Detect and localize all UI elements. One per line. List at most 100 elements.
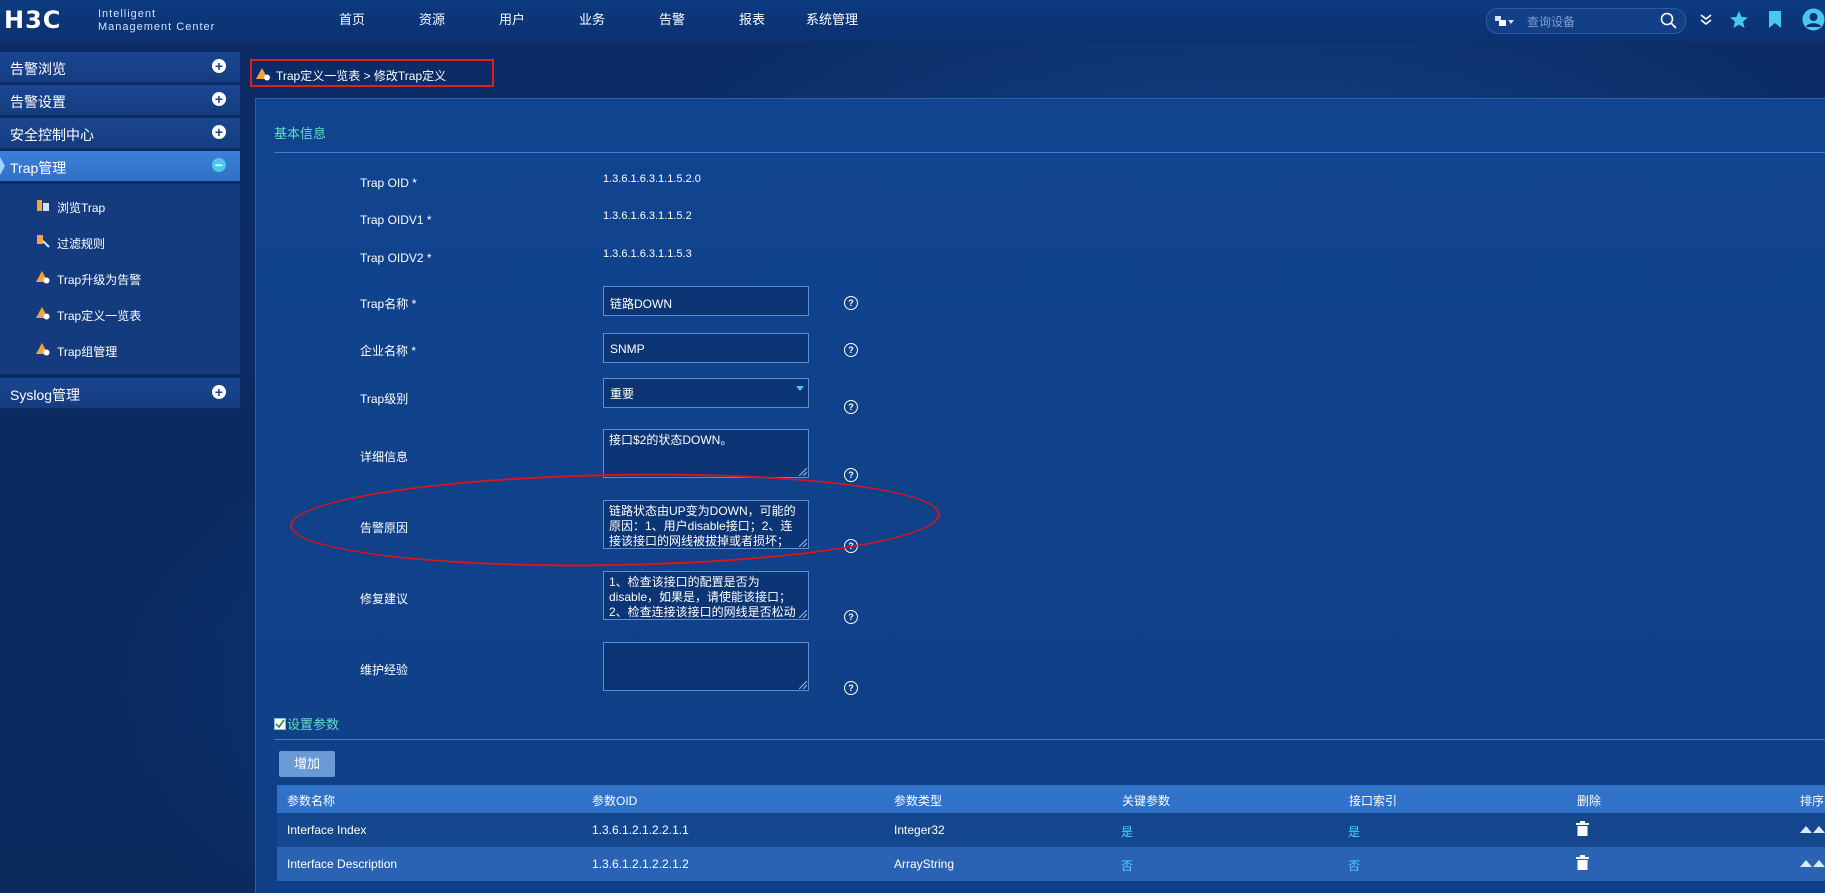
add-param-button[interactable]: 增加 xyxy=(279,751,335,777)
sidebar-section-syslog[interactable]: Syslog管理 + xyxy=(0,378,240,409)
nav-alarm[interactable]: 告警 xyxy=(632,0,712,42)
sidebar-item-browse-trap[interactable]: 浏览Trap xyxy=(0,188,240,224)
main-nav: 首页 资源 用户 业务 告警 报表 系统管理 xyxy=(312,0,872,42)
help-icon[interactable]: ? xyxy=(844,468,858,482)
sidebar: 告警浏览 + 告警设置 + 安全控制中心 + Trap管理 − 浏览Trap 过… xyxy=(0,52,240,411)
trap-oidv2-label: Trap OIDV2 * xyxy=(360,251,432,265)
expand-icon[interactable]: + xyxy=(212,59,226,73)
trap-level-select[interactable]: 重要 xyxy=(603,378,809,408)
resize-handle-icon[interactable] xyxy=(799,681,807,689)
warning-gear-icon xyxy=(256,68,270,81)
breadcrumb-text[interactable]: Trap定义一览表 > 修改Trap定义 xyxy=(276,67,446,84)
resize-handle-icon[interactable] xyxy=(799,610,807,618)
sidebar-item-trap-to-alarm[interactable]: Trap升级为告警 xyxy=(0,260,240,296)
repair-suggestion-label: 修复建议 xyxy=(360,592,409,606)
favorite-star-icon[interactable] xyxy=(1729,10,1749,30)
search-icon[interactable] xyxy=(1660,12,1677,29)
help-icon[interactable]: ? xyxy=(844,539,858,553)
top-bar: H3C Intelligent Management Center 首页 资源 … xyxy=(0,0,1825,42)
alarm-reason-textarea[interactable]: 链路状态由UP变为DOWN，可能的原因：1、用户disable接口；2、连接该接… xyxy=(603,500,809,549)
col-sort: 排序 xyxy=(1800,794,1825,808)
sidebar-section-security-center[interactable]: 安全控制中心 + xyxy=(0,118,240,149)
enterprise-input[interactable]: SNMP xyxy=(603,333,809,363)
trap-name-label: Trap名称 * xyxy=(360,297,417,311)
search-input[interactable] xyxy=(1525,12,1649,32)
col-param-name: 参数名称 xyxy=(287,794,336,808)
repair-suggestion-textarea[interactable]: 1、检查该接口的配置是否为disable，如果是，请使能该接口；2、检查连接该接… xyxy=(603,571,809,620)
trap-submenu: 浏览Trap 过滤规则 Trap升级为告警 Trap定义一览表 Trap组管理 xyxy=(0,184,240,374)
double-chevron-down-icon[interactable] xyxy=(1700,14,1712,26)
trap-oidv2-value: 1.3.6.1.6.3.1.1.5.3 xyxy=(603,248,692,260)
maintenance-experience-textarea[interactable] xyxy=(603,642,809,691)
help-icon[interactable]: ? xyxy=(844,296,858,310)
help-icon[interactable]: ? xyxy=(844,681,858,695)
table-row: Interface Index 1.3.6.1.2.1.2.2.1.1 Inte… xyxy=(277,813,1825,847)
nav-resource[interactable]: 资源 xyxy=(392,0,472,42)
warning-icon xyxy=(36,343,50,356)
sidebar-section-alarm-browse[interactable]: 告警浏览 + xyxy=(0,52,240,83)
sidebar-section-trap-management[interactable]: Trap管理 − xyxy=(0,151,240,182)
trap-oid-value: 1.3.6.1.6.3.1.1.5.2.0 xyxy=(603,173,701,185)
sidebar-item-trap-definitions[interactable]: Trap定义一览表 xyxy=(0,296,240,332)
params-title: 设置参数 xyxy=(287,717,340,732)
col-key-param: 关键参数 xyxy=(1122,794,1171,808)
interface-index-toggle[interactable]: 否 xyxy=(1348,857,1360,874)
key-param-toggle[interactable]: 是 xyxy=(1121,823,1133,840)
help-icon[interactable]: ? xyxy=(844,343,858,357)
trap-oidv1-value: 1.3.6.1.6.3.1.1.5.2 xyxy=(603,210,692,222)
trap-browse-icon xyxy=(37,200,49,211)
sort-up-icon[interactable] xyxy=(1800,857,1825,869)
maintenance-experience-label: 维护经验 xyxy=(360,663,409,677)
key-param-toggle[interactable]: 否 xyxy=(1121,857,1133,874)
basic-info-title: 基本信息 xyxy=(274,126,327,141)
dropdown-arrow-icon[interactable] xyxy=(796,386,804,391)
trap-name-input[interactable]: 链路DOWN xyxy=(603,286,809,316)
col-param-oid: 参数OID xyxy=(592,794,638,808)
resize-handle-icon[interactable] xyxy=(799,539,807,547)
bookmark-icon[interactable] xyxy=(1768,10,1782,29)
collapse-icon[interactable]: − xyxy=(212,158,226,172)
expand-icon[interactable]: + xyxy=(212,125,226,139)
params-table-header: 参数名称 参数OID 参数类型 关键参数 接口索引 删除 排序 xyxy=(277,785,1825,813)
trash-icon[interactable] xyxy=(1576,821,1589,836)
h3c-logo[interactable]: H3C xyxy=(4,6,61,34)
detail-textarea[interactable]: 接口$2的状态DOWN。 xyxy=(603,429,809,478)
sidebar-item-trap-groups[interactable]: Trap组管理 xyxy=(0,332,240,368)
checkbox-checked-icon[interactable] xyxy=(274,718,286,730)
resize-handle-icon[interactable] xyxy=(799,468,807,476)
filter-rules-icon xyxy=(37,235,50,248)
trap-oid-label: Trap OID * xyxy=(360,176,417,190)
nav-home[interactable]: 首页 xyxy=(312,0,392,42)
section-divider xyxy=(274,152,1825,153)
device-search xyxy=(1486,8,1686,34)
logo-subtitle: Intelligent Management Center xyxy=(98,8,216,33)
nav-user[interactable]: 用户 xyxy=(472,0,552,42)
content-panel xyxy=(255,98,1825,893)
nav-service[interactable]: 业务 xyxy=(552,0,632,42)
nav-system[interactable]: 系统管理 xyxy=(792,0,872,42)
alarm-reason-label: 告警原因 xyxy=(360,521,409,535)
expand-icon[interactable]: + xyxy=(212,385,226,399)
trap-oidv1-label: Trap OIDV1 * xyxy=(360,213,432,227)
warning-icon xyxy=(36,271,50,284)
nav-report[interactable]: 报表 xyxy=(712,0,792,42)
user-avatar-icon[interactable] xyxy=(1802,8,1825,31)
sort-up-icon[interactable] xyxy=(1800,823,1825,835)
sidebar-section-alarm-settings[interactable]: 告警设置 + xyxy=(0,85,240,116)
help-icon[interactable]: ? xyxy=(844,610,858,624)
device-type-dropdown-icon[interactable] xyxy=(1495,14,1515,28)
detail-label: 详细信息 xyxy=(360,450,409,464)
col-param-type: 参数类型 xyxy=(894,794,943,808)
sidebar-item-filter-rules[interactable]: 过滤规则 xyxy=(0,224,240,260)
expand-icon[interactable]: + xyxy=(212,92,226,106)
table-row: Interface Description 1.3.6.1.2.1.2.2.1.… xyxy=(277,847,1825,881)
help-icon[interactable]: ? xyxy=(844,400,858,414)
section-divider xyxy=(274,739,1825,740)
interface-index-toggle[interactable]: 是 xyxy=(1348,823,1360,840)
col-interface-index: 接口索引 xyxy=(1349,794,1398,808)
breadcrumb: Trap定义一览表 > 修改Trap定义 xyxy=(250,59,494,87)
col-delete: 删除 xyxy=(1577,794,1602,808)
trap-level-label: Trap级别 xyxy=(360,392,409,406)
trash-icon[interactable] xyxy=(1576,855,1589,870)
warning-icon xyxy=(36,307,50,320)
